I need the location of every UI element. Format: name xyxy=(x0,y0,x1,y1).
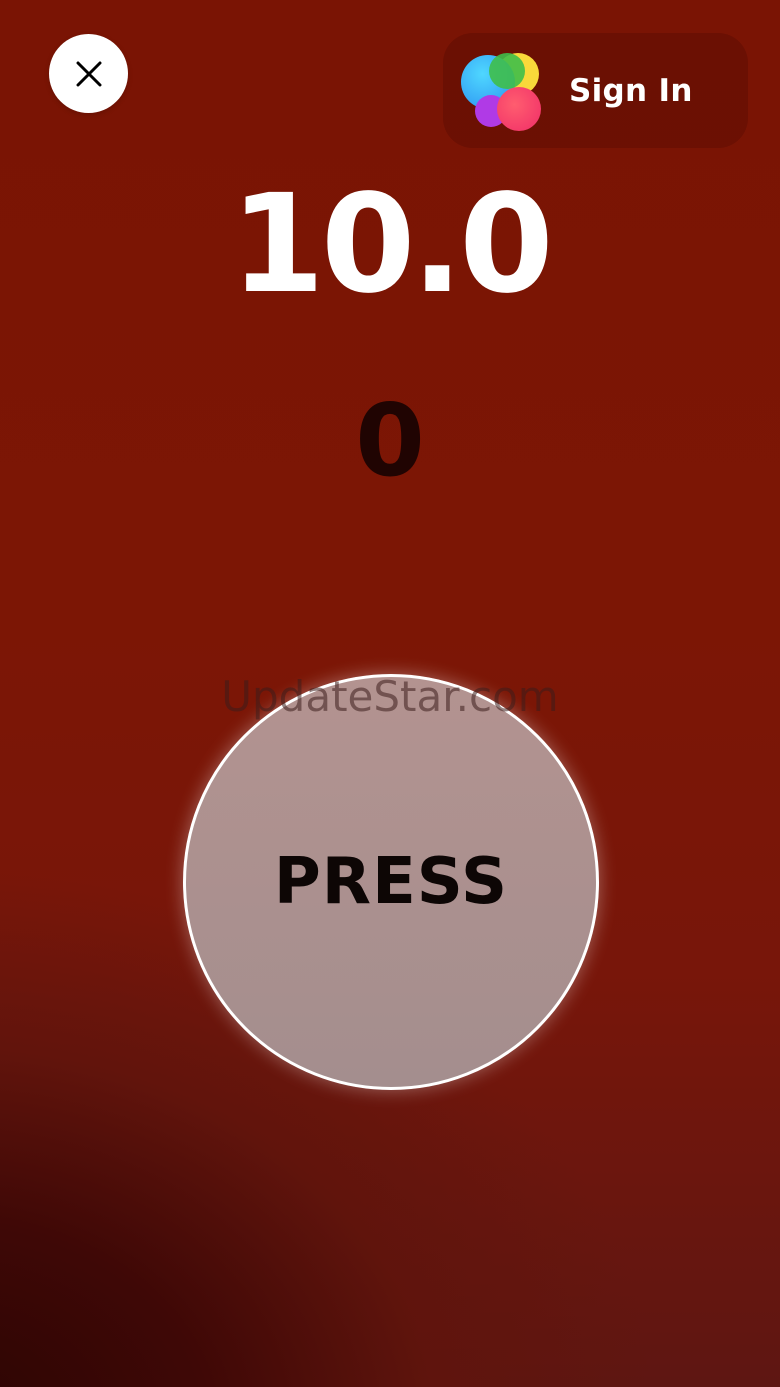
game-center-icon xyxy=(459,49,543,133)
score-counter: 0 xyxy=(355,382,425,499)
close-icon xyxy=(76,61,101,86)
countdown-timer: 10.0 xyxy=(230,166,554,324)
press-button-label: PRESS xyxy=(273,845,509,919)
close-button[interactable] xyxy=(49,34,128,113)
press-button[interactable]: PRESS xyxy=(183,674,599,1090)
sign-in-button[interactable]: Sign In xyxy=(443,33,748,148)
sign-in-label: Sign In xyxy=(569,72,693,109)
